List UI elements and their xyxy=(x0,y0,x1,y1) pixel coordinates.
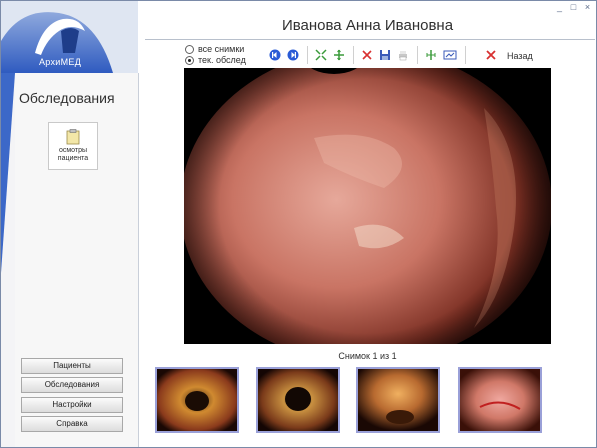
zoom-icon[interactable] xyxy=(333,49,345,61)
radio-all-indicator[interactable] xyxy=(185,44,194,54)
patient-name: Иванова Анна Ивановна xyxy=(281,17,454,34)
logo-text: АрхиМЕД xyxy=(39,57,82,67)
thumbnail-image xyxy=(358,369,438,431)
fit-icon[interactable] xyxy=(315,49,327,61)
toolbar-separator xyxy=(307,46,308,64)
radio-current-exam[interactable]: тек. обслед xyxy=(185,55,246,65)
delete-icon[interactable] xyxy=(361,49,373,61)
thumbnail-image xyxy=(157,369,237,431)
radio-current-label: тек. обслед xyxy=(198,55,246,65)
toolbar-separator xyxy=(417,46,418,64)
patient-exams-label-line2: пациента xyxy=(57,155,89,162)
thumbnail-3[interactable] xyxy=(356,367,440,433)
print-icon[interactable] xyxy=(397,49,409,61)
close-window-icon[interactable]: × xyxy=(583,3,592,12)
image-viewer[interactable] xyxy=(184,68,551,344)
thumbnail-image xyxy=(258,369,338,431)
prev-icon[interactable] xyxy=(269,49,281,61)
patient-exams-label: осмотры пациента xyxy=(49,147,97,163)
header-divider xyxy=(145,39,595,40)
app-window: _ □ × АрхиМЕД Обследования осмотры пацие… xyxy=(0,0,597,448)
toolbar-separator xyxy=(353,46,354,64)
toolbar-separator xyxy=(465,46,466,64)
window-controls: _ □ × xyxy=(555,3,592,12)
patient-exams-label-line1: осмотры xyxy=(58,147,88,154)
image-counter: Снимок 1 из 1 xyxy=(338,351,397,361)
sidebar: АрхиМЕД Обследования осмотры пациента Па… xyxy=(1,1,139,447)
nav-help-button[interactable]: Справка xyxy=(21,416,123,432)
clipboard-icon xyxy=(66,129,80,145)
nav-exams-button[interactable]: Обследования xyxy=(21,377,123,393)
toolbar: все снимки тек. обслед Назад xyxy=(185,44,545,68)
compare-icon[interactable] xyxy=(443,49,457,61)
patient-exams-item[interactable]: осмотры пациента xyxy=(48,122,98,170)
crop-icon[interactable] xyxy=(425,49,437,61)
endoscopy-image xyxy=(184,68,551,344)
save-icon[interactable] xyxy=(379,49,391,61)
close-icon[interactable] xyxy=(485,49,497,61)
nav-settings-button[interactable]: Настройки xyxy=(21,397,123,413)
thumbnail-4[interactable] xyxy=(458,367,542,433)
sidebar-title: Обследования xyxy=(19,90,115,106)
thumbnail-1[interactable] xyxy=(155,367,239,433)
minimize-icon[interactable]: _ xyxy=(555,3,564,12)
thumbnail-2[interactable] xyxy=(256,367,340,433)
thumbnail-image xyxy=(460,369,540,431)
radio-all-label: все снимки xyxy=(198,44,245,54)
nav-patients-button[interactable]: Пациенты xyxy=(21,358,123,374)
radio-current-indicator[interactable] xyxy=(185,55,194,65)
maximize-icon[interactable]: □ xyxy=(569,3,578,12)
radio-all-images[interactable]: все снимки xyxy=(185,44,244,54)
back-button[interactable]: Назад xyxy=(507,51,533,61)
sidebar-accent xyxy=(1,73,15,273)
next-icon[interactable] xyxy=(287,49,299,61)
